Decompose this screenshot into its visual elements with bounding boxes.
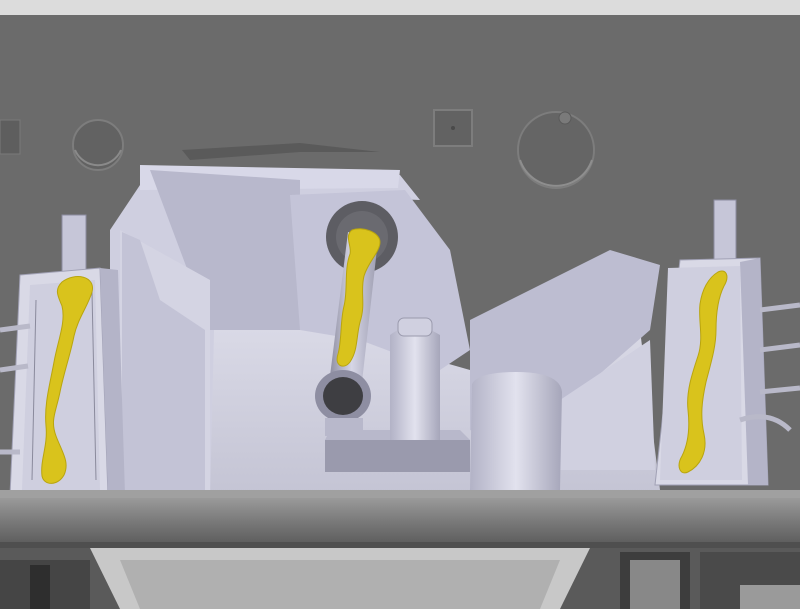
lower-frame: [0, 548, 800, 609]
top-strip: [0, 0, 800, 15]
frame-beam: [0, 490, 800, 548]
cad-viewport: [0, 0, 800, 609]
cad-render: [0, 0, 800, 609]
